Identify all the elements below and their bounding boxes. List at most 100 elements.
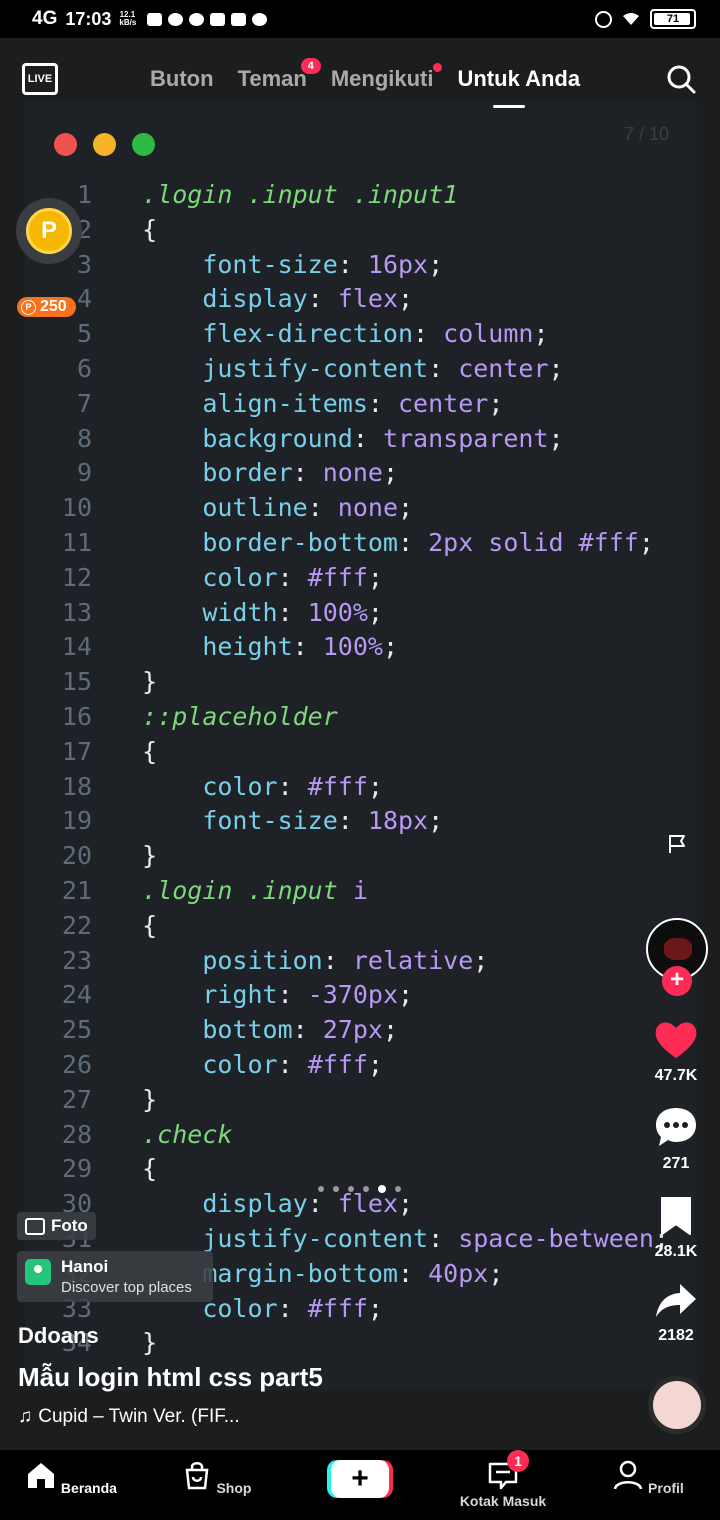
code-token: : xyxy=(428,1223,459,1253)
code-line: 19 font-size: 18px; xyxy=(40,804,669,839)
line-number: 27 xyxy=(61,1084,92,1114)
code-token: : xyxy=(277,1049,308,1079)
code-token: ; xyxy=(488,1258,504,1288)
status-bar: 4G 17:03 12.1 kB/s 71 xyxy=(0,0,720,38)
line-number: 11 xyxy=(61,527,92,557)
inbox-icon-wrapper: 1 xyxy=(487,1450,529,1490)
code-token: #fff xyxy=(307,1049,368,1079)
post-caption[interactable]: Mẫu login html css part5 xyxy=(18,1362,323,1393)
code-token: #fff xyxy=(307,1293,368,1323)
music-disc-icon[interactable] xyxy=(648,1376,706,1434)
bottom-nav: Beranda Shop + 1 Kotak Masuk Profil xyxy=(0,1450,720,1520)
nav-home-label: Beranda xyxy=(60,1480,117,1496)
photo-chip-label: Foto xyxy=(51,1216,88,1235)
share-button[interactable]: 2182 xyxy=(641,1280,711,1345)
code-token: ; xyxy=(367,562,383,592)
shopping-bag-icon xyxy=(185,1462,208,1490)
code-token: ; xyxy=(398,980,414,1010)
nav-home[interactable]: Beranda xyxy=(16,1460,126,1496)
code-token: : xyxy=(337,249,368,279)
code-line: 22 { xyxy=(40,909,669,944)
battery-icon: 71 xyxy=(650,9,696,29)
code-line: 25 bottom: 27px; xyxy=(40,1013,669,1048)
nav-inbox[interactable]: 1 Kotak Masuk xyxy=(448,1450,558,1509)
heart-icon xyxy=(655,1022,697,1058)
code-token: : xyxy=(352,423,383,453)
code-token: ; xyxy=(488,388,504,418)
search-icon[interactable] xyxy=(666,64,696,94)
battery-level: 71 xyxy=(666,13,680,25)
code-token: { xyxy=(142,1154,158,1184)
location-pin-icon xyxy=(25,1259,51,1285)
slide-dot-active xyxy=(378,1185,386,1193)
code-token: .login .input .input1 xyxy=(142,180,459,209)
save-button[interactable]: 28.1K xyxy=(641,1196,711,1261)
code-line: 28 .check xyxy=(40,1118,669,1153)
photo-mode-chip[interactable]: Foto xyxy=(17,1212,96,1240)
save-count: 28.1K xyxy=(654,1243,698,1260)
like-button[interactable]: 47.7K xyxy=(641,1020,711,1085)
messenger-icon xyxy=(189,12,205,26)
code-line: 12 color: #fff; xyxy=(40,561,669,596)
line-number: 15 xyxy=(61,667,92,697)
report-flag-icon[interactable] xyxy=(667,833,687,855)
profile-icon xyxy=(613,1460,643,1490)
code-line: 29 { xyxy=(40,1152,669,1187)
code-line: 13 width: 100%; xyxy=(40,596,669,631)
code-token: ::placeholder xyxy=(142,701,338,731)
line-number: 12 xyxy=(61,562,92,592)
video-feed[interactable]: 7 / 10 1 .login .input .input1 2 {3 font-… xyxy=(0,38,720,1450)
line-number: 5 xyxy=(76,319,92,349)
code-token: : xyxy=(397,527,429,557)
slide-dot xyxy=(318,1186,324,1192)
code-token: ; xyxy=(367,1049,383,1079)
line-number: 29 xyxy=(61,1154,92,1184)
code-token: : xyxy=(322,945,353,975)
tab-teman[interactable]: Teman 4 xyxy=(238,58,321,92)
create-button[interactable]: + xyxy=(331,1460,389,1498)
reward-coin[interactable]: P xyxy=(16,198,82,264)
music-info[interactable]: ♫ Cupid – Twin Ver. (FIF... xyxy=(18,1406,240,1428)
tab-untuk-anda[interactable]: Untuk Anda xyxy=(457,66,580,92)
code-token: height xyxy=(142,632,293,662)
nav-shop[interactable]: Shop xyxy=(161,1460,271,1496)
video-frame[interactable]: 7 / 10 1 .login .input .input1 2 {3 font-… xyxy=(25,100,697,1390)
author-name[interactable]: Ddoans xyxy=(18,1323,99,1349)
minimize-dot-icon xyxy=(93,133,116,156)
code-token: { xyxy=(142,736,158,766)
location-chip[interactable]: Hanoi Discover top places xyxy=(17,1251,213,1302)
code-line: 16 ::placeholder xyxy=(40,700,669,735)
feed-tabs: Buton Teman 4 Mengikuti Untuk Anda xyxy=(150,58,580,92)
tab-buton[interactable]: Buton xyxy=(150,66,214,92)
live-icon[interactable]: LIVE xyxy=(22,63,58,95)
coin-balance-badge[interactable]: P 250 xyxy=(17,297,76,317)
code-token: border-bottom xyxy=(142,527,398,557)
code-line: 34 } xyxy=(40,1326,669,1361)
app-notification-icon xyxy=(168,12,184,26)
line-number: 23 xyxy=(61,945,92,975)
chat-icon xyxy=(210,12,226,26)
line-number: 26 xyxy=(61,1049,92,1079)
location-title: Hanoi xyxy=(61,1257,109,1276)
code-token: } xyxy=(142,667,158,697)
code-token: ; xyxy=(428,249,444,279)
comment-button[interactable]: 271 xyxy=(641,1106,711,1173)
video-notification-icon xyxy=(147,12,163,26)
code-token: ; xyxy=(367,1293,383,1323)
code-token: display xyxy=(142,284,308,314)
music-note-icon: ♫ xyxy=(18,1406,33,1427)
code-token: ; xyxy=(473,945,489,975)
code-line: 7 align-items: center; xyxy=(40,387,669,422)
code-token: none xyxy=(322,458,383,488)
share-count: 2182 xyxy=(658,1327,694,1344)
follow-button[interactable]: + xyxy=(662,966,692,996)
code-token: right xyxy=(142,980,278,1010)
code-token: : xyxy=(397,1258,429,1288)
nav-profile[interactable]: Profil xyxy=(593,1460,703,1496)
code-token: : xyxy=(292,632,323,662)
line-number: 20 xyxy=(61,841,92,871)
code-token: color xyxy=(142,1049,278,1079)
code-token: center xyxy=(458,353,549,383)
code-token: } xyxy=(142,841,158,871)
tab-mengikuti[interactable]: Mengikuti xyxy=(331,63,443,92)
